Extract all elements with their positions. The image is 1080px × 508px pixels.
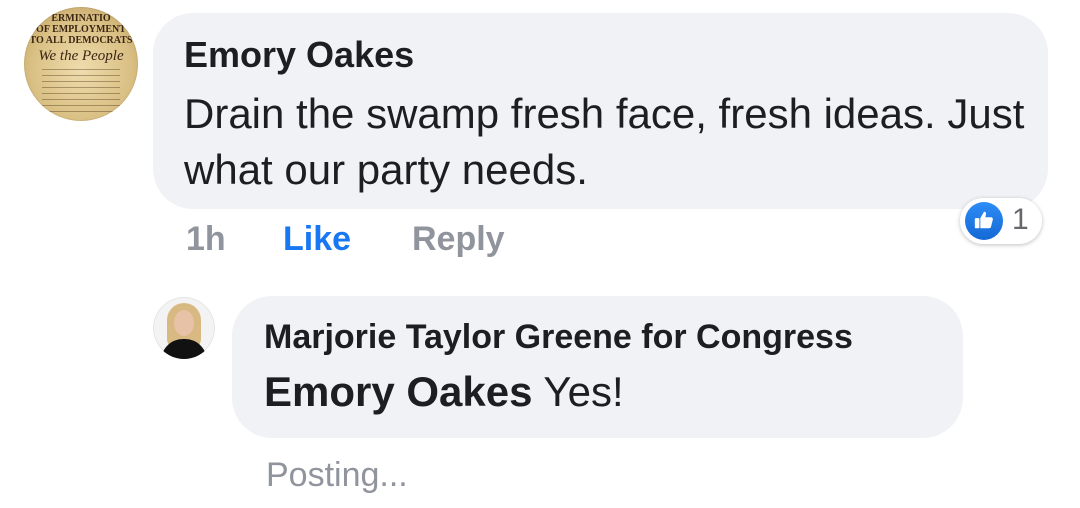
reply-button[interactable]: Reply [412,220,505,259]
comment-timestamp[interactable]: 1h [186,220,226,259]
avatar-text-line-2: OF EMPLOYMENT [36,24,126,35]
avatar-script-text: We the People [38,48,124,64]
reply-author-avatar[interactable] [153,297,215,359]
reply-author-name[interactable]: Marjorie Taylor Greene for Congress [264,318,853,357]
reaction-count: 1 [1012,203,1029,236]
reply-mention[interactable]: Emory Oakes [264,368,533,415]
avatar-text-line-3: TO ALL DEMOCRATS [29,35,133,46]
comment-author-name[interactable]: Emory Oakes [184,34,414,76]
avatar-face [174,310,194,336]
reaction-summary[interactable]: 1 [960,198,1042,244]
reply-message: Yes! [543,368,624,415]
avatar-fine-print [42,69,120,115]
commenter-avatar[interactable]: ERMINATIO OF EMPLOYMENT TO ALL DEMOCRATS… [24,7,138,121]
comment-text: Drain the swamp fresh face, fresh ideas.… [184,90,1025,193]
avatar-text-line-1: ERMINATIO [51,13,111,24]
comment-thread: ERMINATIO OF EMPLOYMENT TO ALL DEMOCRATS… [0,0,1080,508]
posting-status: Posting... [266,456,408,494]
like-button[interactable]: Like [283,220,351,259]
thumbs-up-icon [965,202,1003,240]
reply-text: Emory Oakes Yes! [264,368,624,416]
